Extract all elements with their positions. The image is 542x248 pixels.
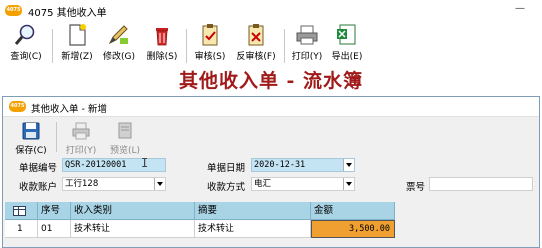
grid-corner[interactable] [5, 202, 38, 220]
new-document-icon [69, 24, 86, 46]
floppy-disk-icon [22, 122, 40, 140]
chevron-down-icon[interactable] [343, 159, 354, 171]
column-header-amount[interactable]: 金额 [311, 202, 395, 220]
trash-icon [156, 28, 168, 46]
column-header-seq[interactable]: 序号 [38, 202, 71, 220]
delete-button[interactable]: 删除(S) [143, 23, 181, 66]
preview-icon [118, 122, 132, 139]
doc-date-value: 2020-12-31 [254, 160, 306, 170]
page-banner: 其他收入单 - 流水簿 [0, 66, 542, 96]
inner-title-bar: 4075 其他收入单 - 新增 [3, 97, 539, 117]
text-cursor-icon: I [141, 156, 149, 170]
printer-icon [72, 122, 90, 140]
invoice-field[interactable] [429, 177, 533, 191]
cell-summary[interactable]: 技术转让 [195, 220, 311, 238]
column-header-summary[interactable]: 摘要 [195, 202, 311, 220]
doc-no-label: 单据编号 [19, 163, 58, 174]
account-select[interactable]: 工行128 [62, 177, 166, 191]
invoice-label: 票号 [406, 182, 426, 193]
grid-header: 序号 收入类别 摘要 金额 [5, 202, 395, 220]
inner-print-button[interactable]: 打印(Y) [61, 121, 101, 157]
new-label: 新增(Z) [61, 52, 93, 62]
method-value: 电汇 [254, 179, 272, 189]
window-title: 4075 其他收入单 [28, 8, 107, 19]
print-label: 打印(Y) [291, 52, 323, 62]
save-button[interactable]: 保存(C) [11, 121, 51, 157]
audit-label: 审核(S) [194, 52, 226, 62]
toolbar-divider [52, 29, 53, 63]
toolbar-divider [284, 29, 285, 63]
query-button[interactable]: 查询(C) [6, 23, 46, 66]
search-icon [14, 24, 35, 45]
account-label: 收款账户 [19, 182, 58, 193]
save-label: 保存(C) [15, 146, 47, 156]
outer-title-bar: 4075 4075 其他收入单 — [0, 0, 542, 21]
preview-label: 预览(L) [109, 146, 141, 156]
audit-button[interactable]: 审核(S) [191, 23, 229, 66]
column-header-category[interactable]: 收入类别 [71, 202, 195, 220]
chevron-down-icon[interactable] [154, 178, 165, 190]
inner-print-label: 打印(Y) [65, 146, 97, 156]
export-button[interactable]: 导出(E) [328, 23, 366, 66]
table-row[interactable]: 1 01 技术转让 技术转让 3,500.00 [5, 220, 395, 238]
app-logo-icon: 4075 [9, 101, 26, 112]
inner-window-title: 其他收入单 - 新增 [31, 104, 107, 115]
new-button[interactable]: 新增(Z) [58, 23, 96, 66]
export-label: 导出(E) [331, 52, 363, 62]
account-value: 工行128 [65, 179, 99, 189]
toolbar-divider [186, 29, 187, 63]
method-select[interactable]: 电汇 [251, 177, 355, 191]
app-logo-icon: 4075 [5, 5, 22, 16]
main-toolbar: 查询(C) 新增(Z) 修改(G) 删除(S) 审核(S) 反审核(F) 打印(… [0, 21, 542, 68]
clipboard-check-icon [202, 24, 218, 46]
clipboard-undo-icon [248, 24, 264, 46]
excel-export-icon [337, 24, 356, 45]
unaudit-button[interactable]: 反审核(F) [233, 23, 279, 66]
banner-title: 其他收入单 - 流水簿 [178, 70, 364, 92]
minimize-button[interactable]: — [506, 4, 534, 18]
inner-toolbar: 保存(C) 打印(Y) 预览(L) [3, 118, 539, 158]
cell-seq[interactable]: 01 [38, 220, 71, 238]
query-label: 查询(C) [10, 52, 42, 62]
doc-no-field[interactable]: QSR-20120001 [62, 158, 166, 172]
table-icon [13, 206, 26, 216]
cell-category[interactable]: 技术转让 [71, 220, 195, 238]
unaudit-label: 反审核(F) [236, 52, 276, 62]
income-grid: 序号 收入类别 摘要 金额 1 01 技术转让 技术转让 3,500.00 [5, 202, 395, 242]
row-number: 1 [5, 220, 38, 238]
edit-pencil-icon [108, 25, 128, 45]
method-label: 收款方式 [207, 182, 246, 193]
outer-window: 4075 4075 其他收入单 — 查询(C) 新增(Z) 修改(G) 删除(S… [0, 0, 542, 248]
edit-button[interactable]: 修改(G) [100, 23, 138, 66]
doc-date-field[interactable]: 2020-12-31 [251, 158, 355, 172]
printer-icon [296, 25, 318, 45]
preview-button[interactable]: 预览(L) [105, 121, 145, 157]
edit-label: 修改(G) [103, 52, 135, 62]
print-button[interactable]: 打印(Y) [288, 23, 326, 66]
doc-date-label: 单据日期 [207, 163, 246, 174]
toolbar-divider [56, 122, 57, 152]
delete-label: 删除(S) [146, 52, 178, 62]
chevron-down-icon[interactable] [343, 178, 354, 190]
cell-amount[interactable]: 3,500.00 [311, 220, 395, 238]
